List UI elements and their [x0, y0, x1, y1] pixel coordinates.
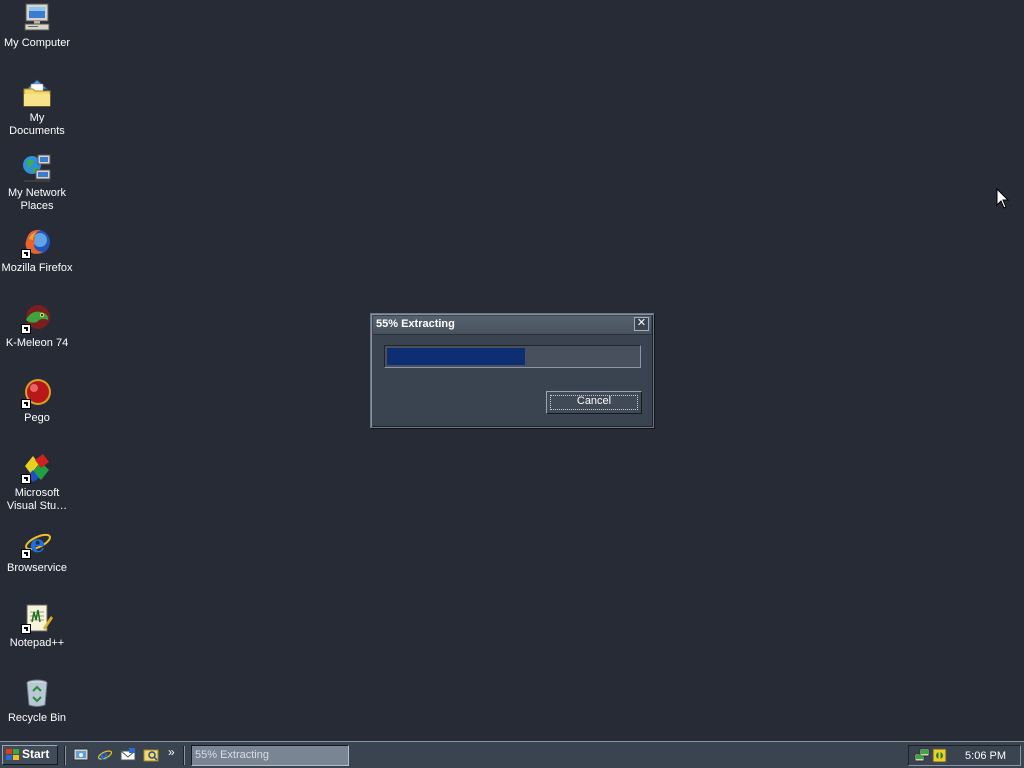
quick-launch-more-button[interactable]: »: [168, 745, 175, 759]
svg-text:e: e: [30, 529, 45, 558]
taskbar: Start e » 55% Extracting 5:06 PM: [0, 741, 1024, 768]
desktop-icon-my-documents[interactable]: My Documents: [0, 77, 74, 138]
desktop-icon-label: My Computer: [3, 37, 71, 49]
firefox-icon: [21, 227, 53, 259]
taskbar-button-extracting[interactable]: 55% Extracting: [191, 745, 349, 766]
start-label: Start: [22, 747, 50, 761]
desktop-icon-label: My Network Places: [7, 187, 67, 212]
focus-rect: [550, 395, 638, 410]
system-tray: 5:06 PM: [908, 745, 1021, 766]
shortcut-arrow-icon: [21, 324, 31, 334]
desktop-icon-label: K-Meleon 74: [5, 337, 69, 349]
close-button[interactable]: ✕: [634, 317, 649, 331]
desktop-icon-label: Pego: [24, 412, 50, 424]
visual-studio-icon: [21, 452, 53, 484]
close-icon: ✕: [636, 317, 647, 329]
desktop-icon-browservice[interactable]: e Browservice: [0, 527, 74, 575]
desktop-icon-label: Notepad++: [9, 637, 65, 649]
shortcut-arrow-icon: [21, 549, 31, 559]
k-meleon-icon: [21, 302, 53, 334]
computer-icon: [21, 2, 53, 34]
desktop-icon-pego[interactable]: Pego: [0, 377, 74, 425]
desktop-icon-label: Recycle Bin: [7, 712, 67, 724]
extract-progress-dialog: 55% Extracting ✕ Cancel: [370, 313, 654, 428]
recycle-bin-icon: [21, 677, 53, 709]
start-button[interactable]: Start: [2, 745, 58, 765]
shortcut-arrow-icon: [21, 624, 31, 634]
ie-icon[interactable]: e: [97, 747, 113, 764]
security-tray-icon[interactable]: [932, 748, 948, 763]
desktop-icon-notepad-plus-plus[interactable]: Notepad++: [0, 602, 74, 650]
desktop: My Computer My Documents My Network Plac…: [0, 0, 1024, 741]
desktop-icon-mozilla-firefox[interactable]: Mozilla Firefox: [0, 227, 74, 275]
folder-icon: [21, 77, 53, 109]
dialog-title-bar[interactable]: 55% Extracting ✕: [373, 316, 651, 335]
show-desktop-icon[interactable]: [73, 747, 89, 763]
outlook-icon[interactable]: [120, 747, 136, 763]
desktop-icon-visual-studio[interactable]: Microsoft Visual Stu…: [0, 452, 74, 513]
shortcut-arrow-icon: [21, 399, 31, 409]
pego-icon: [21, 377, 53, 409]
desktop-icon-my-network-places[interactable]: My Network Places: [0, 152, 74, 213]
network-icon: [21, 152, 53, 184]
taskbar-clock[interactable]: 5:06 PM: [965, 750, 1006, 762]
desktop-icon-label: Mozilla Firefox: [1, 262, 73, 274]
notepad-icon: [21, 602, 53, 634]
shortcut-arrow-icon: [21, 474, 31, 484]
windows-flag-icon: [6, 749, 20, 761]
ie-icon: e: [21, 527, 53, 559]
taskbar-separator: [183, 746, 185, 765]
extract-progress-bar: [384, 345, 641, 368]
progress-fill: [387, 348, 525, 365]
shortcut-arrow-icon: [21, 249, 31, 259]
svg-text:e: e: [100, 749, 108, 763]
network-tray-icon[interactable]: [914, 748, 930, 763]
explorer-icon[interactable]: [143, 747, 159, 763]
desktop-icon-recycle-bin[interactable]: Recycle Bin: [0, 677, 74, 725]
desktop-icon-label: Browservice: [7, 562, 67, 574]
cancel-button[interactable]: Cancel: [546, 391, 642, 414]
desktop-icon-label: My Documents: [9, 112, 65, 137]
desktop-icon-k-meleon[interactable]: K-Meleon 74: [0, 302, 74, 350]
mouse-cursor-icon: [996, 187, 1010, 210]
taskbar-separator: [64, 746, 66, 765]
desktop-icon-label: Microsoft Visual Stu…: [6, 487, 68, 512]
desktop-icon-my-computer[interactable]: My Computer: [0, 2, 74, 50]
dialog-title: 55% Extracting: [376, 318, 455, 330]
